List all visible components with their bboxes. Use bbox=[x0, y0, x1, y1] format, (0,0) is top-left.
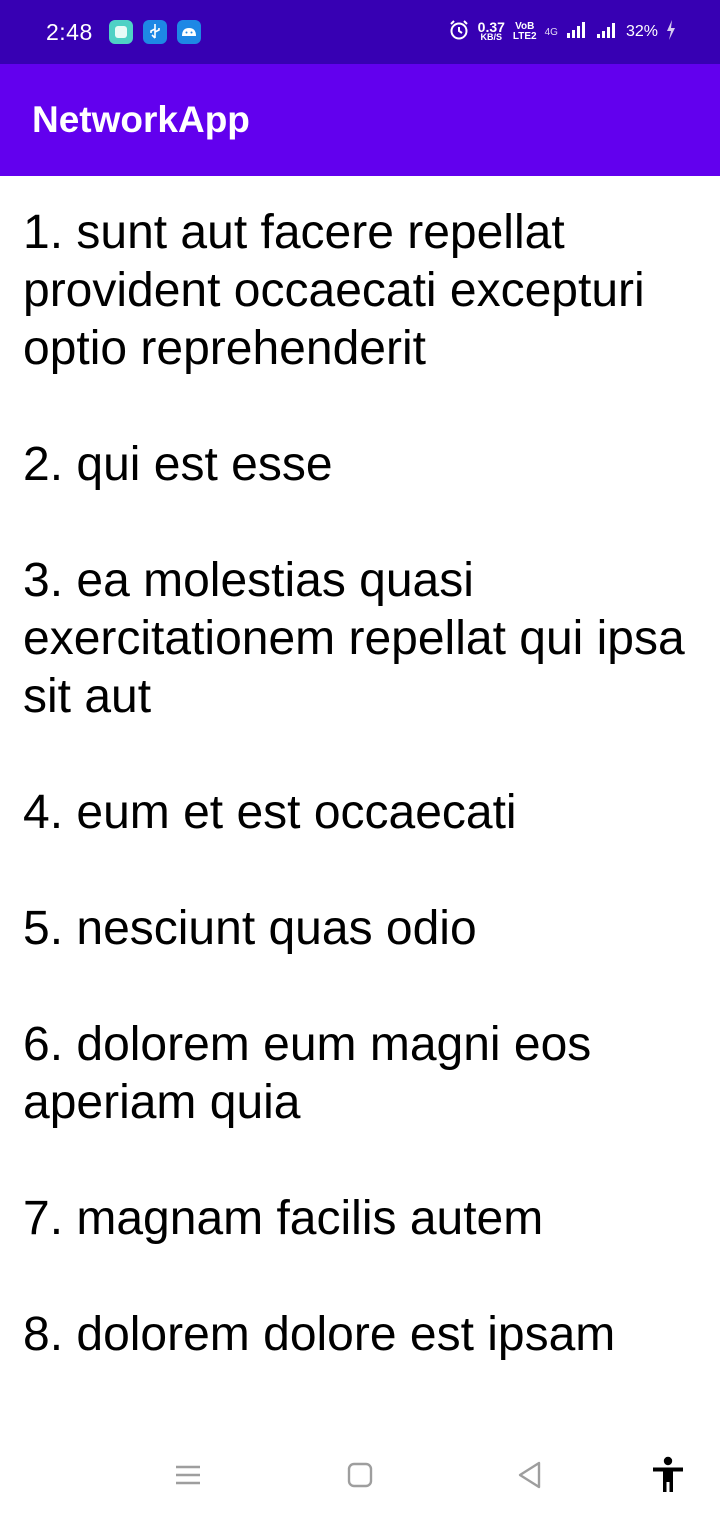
accessibility-icon[interactable] bbox=[643, 1450, 693, 1500]
alarm-icon bbox=[448, 19, 470, 46]
network-speed: 0.37 KB/S bbox=[477, 19, 505, 42]
list-item[interactable]: 7. magnam facilis autem bbox=[23, 1190, 696, 1248]
android-icon bbox=[176, 20, 201, 44]
network-type: 4G bbox=[544, 26, 558, 38]
list-item[interactable]: 5. nesciunt quas odio bbox=[23, 900, 696, 958]
post-list: 1. sunt aut facere repellat provident oc… bbox=[0, 176, 720, 1422]
volte-indicator: VoB LTE2 bbox=[513, 22, 537, 42]
navigation-bar bbox=[0, 1430, 720, 1520]
app-title: NetworkApp bbox=[32, 99, 250, 140]
home-icon[interactable] bbox=[335, 1450, 385, 1500]
volte-bottom: LTE2 bbox=[512, 31, 537, 42]
status-bar: 2:48 0.37 KB/S VoB LTE2 4G 32% bbox=[0, 0, 720, 64]
list-item[interactable]: 4. eum et est occaecati bbox=[23, 784, 696, 842]
list-item[interactable]: 1. sunt aut facere repellat provident oc… bbox=[23, 204, 696, 378]
app-bar: NetworkApp bbox=[0, 64, 720, 176]
back-icon[interactable] bbox=[505, 1450, 555, 1500]
charging-icon bbox=[666, 19, 676, 46]
list-item[interactable]: 2. qui est esse bbox=[23, 436, 696, 494]
signal-icon bbox=[596, 21, 618, 44]
menu-icon[interactable] bbox=[163, 1450, 213, 1500]
notification-app-icon bbox=[108, 20, 133, 44]
battery-level: 32% bbox=[625, 23, 658, 40]
signal-icon bbox=[566, 21, 588, 44]
status-right: 0.37 KB/S VoB LTE2 4G 32% bbox=[448, 19, 676, 46]
status-left: 2:48 bbox=[46, 19, 211, 46]
speed-unit: KB/S bbox=[480, 32, 503, 42]
speed-value: 0.37 bbox=[477, 19, 505, 35]
status-time: 2:48 bbox=[46, 18, 93, 45]
usb-icon bbox=[142, 20, 167, 44]
list-item[interactable]: 6. dolorem eum magni eos aperiam quia bbox=[23, 1016, 696, 1132]
list-item[interactable]: 8. dolorem dolore est ipsam bbox=[23, 1306, 696, 1364]
list-item[interactable]: 3. ea molestias quasi exercitationem rep… bbox=[23, 552, 696, 726]
